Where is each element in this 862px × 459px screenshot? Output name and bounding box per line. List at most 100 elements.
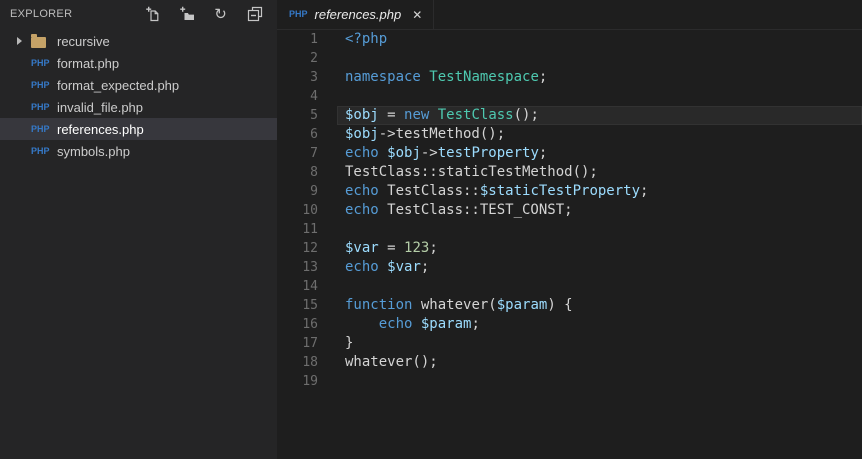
line-number: 10 [302, 203, 318, 218]
folder-icon-wrap [31, 33, 57, 48]
line-number: 8 [310, 165, 318, 180]
code-text: TestClass::staticTestMethod(); [345, 164, 598, 180]
code-line-7[interactable]: 7 echo $obj->testProperty; [277, 144, 862, 163]
tree-item-label: recursive [57, 33, 110, 49]
explorer-sidebar: EXPLORER ↻ recursive PHP format.php PHP … [0, 0, 277, 459]
code-text: <?php [345, 31, 388, 47]
twisty [17, 37, 31, 45]
line-number: 1 [310, 32, 318, 47]
refresh-icon: ↻ [214, 4, 227, 23]
file-tree: recursive PHP format.php PHP format_expected… [0, 28, 277, 162]
explorer-title: EXPLORER [10, 8, 73, 20]
code-line-8[interactable]: 8 TestClass::staticTestMethod(); [277, 163, 862, 182]
code-line-17[interactable]: 17} [277, 334, 862, 353]
code-text: whatever(); [345, 354, 438, 370]
new-folder-button[interactable] [178, 6, 195, 23]
file-item-references.php[interactable]: PHP references.php [0, 118, 277, 140]
php-file-icon: PHP [31, 145, 50, 156]
code-text: $var = 123; [345, 240, 438, 256]
php-file-icon: PHP [289, 9, 308, 19]
code-text: $obj->testMethod(); [345, 126, 506, 142]
code-text: echo TestClass::$staticTestProperty; [345, 183, 649, 199]
code-line-10[interactable]: 10 echo TestClass::TEST_CONST; [277, 201, 862, 220]
line-number: 7 [310, 146, 318, 161]
line-number: 14 [302, 279, 318, 294]
line-number: 15 [302, 298, 318, 313]
php-icon-wrap: PHP [31, 101, 57, 112]
file-item-format_expected.php[interactable]: PHP format_expected.php [0, 74, 277, 96]
file-item-format.php[interactable]: PHP format.php [0, 52, 277, 74]
code-text: echo $var; [345, 259, 430, 275]
tab-references-php[interactable]: PHP references.php ✕ [277, 0, 435, 29]
php-file-icon: PHP [31, 101, 50, 112]
tree-item-label: symbols.php [57, 143, 130, 159]
code-line-12[interactable]: 12 $var = 123; [277, 239, 862, 258]
file-item-invalid_file.php[interactable]: PHP invalid_file.php [0, 96, 277, 118]
code-line-5[interactable]: 5 $obj = new TestClass(); [277, 106, 862, 125]
line-number: 18 [302, 355, 318, 370]
php-file-icon: PHP [31, 79, 50, 90]
code-line-2[interactable]: 2 [277, 49, 862, 68]
code-text: echo $param; [378, 316, 480, 332]
collapse-all-button[interactable] [246, 6, 263, 23]
line-number: 6 [310, 127, 318, 142]
code-line-3[interactable]: 3 namespace TestNamespace; [277, 68, 862, 87]
new-file-button[interactable] [144, 6, 161, 23]
folder-icon [31, 33, 46, 48]
php-icon-wrap: PHP [31, 123, 57, 134]
line-number: 4 [310, 89, 318, 104]
php-file-icon: PHP [31, 123, 50, 134]
line-number: 19 [302, 374, 318, 389]
code-line-15[interactable]: 15 function whatever($param) { [277, 296, 862, 315]
tab-label: references.php [314, 7, 402, 22]
code-line-19[interactable]: 19 [277, 372, 862, 391]
code-line-16[interactable]: 16 echo $param; [277, 315, 862, 334]
line-number: 5 [310, 108, 318, 123]
line-number: 17 [302, 336, 318, 351]
code-line-4[interactable]: 4 [277, 87, 862, 106]
line-number: 16 [302, 317, 318, 332]
code-text: } [345, 335, 354, 351]
code-line-11[interactable]: 11 [277, 220, 862, 239]
code-editor[interactable]: 1 <?php 2 3 namespace TestNamespace; 4 5 $obj =… [277, 30, 862, 459]
php-icon-wrap: PHP [31, 57, 57, 68]
explorer-actions: ↻ [144, 6, 263, 23]
code-line-13[interactable]: 13 echo $var; [277, 258, 862, 277]
tab-bar: PHP references.php ✕ [277, 0, 862, 30]
close-icon[interactable]: ✕ [412, 9, 422, 21]
file-item-symbols.php[interactable]: PHP symbols.php [0, 140, 277, 162]
code-text: echo TestClass::TEST_CONST; [345, 202, 573, 218]
code-text: function whatever($param) { [345, 297, 573, 313]
explorer-header: EXPLORER ↻ [0, 0, 277, 28]
code-line-14[interactable]: 14 [277, 277, 862, 296]
chevron-right-icon [17, 37, 22, 45]
editor-group: PHP references.php ✕ 1 <?php 2 3 namespace T… [277, 0, 862, 459]
php-file-icon: PHP [31, 57, 50, 68]
tree-item-label: invalid_file.php [57, 99, 144, 115]
code-text: echo $obj->testProperty; [345, 145, 548, 161]
code-line-9[interactable]: 9 echo TestClass::$staticTestProperty; [277, 182, 862, 201]
line-number: 9 [310, 184, 318, 199]
tree-item-label: references.php [57, 121, 144, 137]
line-number: 12 [302, 241, 318, 256]
refresh-button[interactable]: ↻ [212, 6, 229, 23]
code-line-6[interactable]: 6 $obj->testMethod(); [277, 125, 862, 144]
new-file-icon [145, 6, 158, 22]
new-folder-icon [179, 6, 194, 20]
code-text: $obj = new TestClass(); [337, 106, 862, 125]
php-icon-wrap: PHP [31, 79, 57, 90]
line-number: 2 [310, 51, 318, 66]
code-line-18[interactable]: 18 whatever(); [277, 353, 862, 372]
folder-item-recursive[interactable]: recursive [0, 30, 277, 52]
collapse-all-icon [247, 6, 262, 22]
code-line-1[interactable]: 1 <?php [277, 30, 862, 49]
tree-item-label: format.php [57, 55, 120, 71]
line-number: 13 [302, 260, 318, 275]
vscode-window: EXPLORER ↻ recursive PHP format.php PHP … [0, 0, 862, 459]
tree-item-label: format_expected.php [57, 77, 180, 93]
